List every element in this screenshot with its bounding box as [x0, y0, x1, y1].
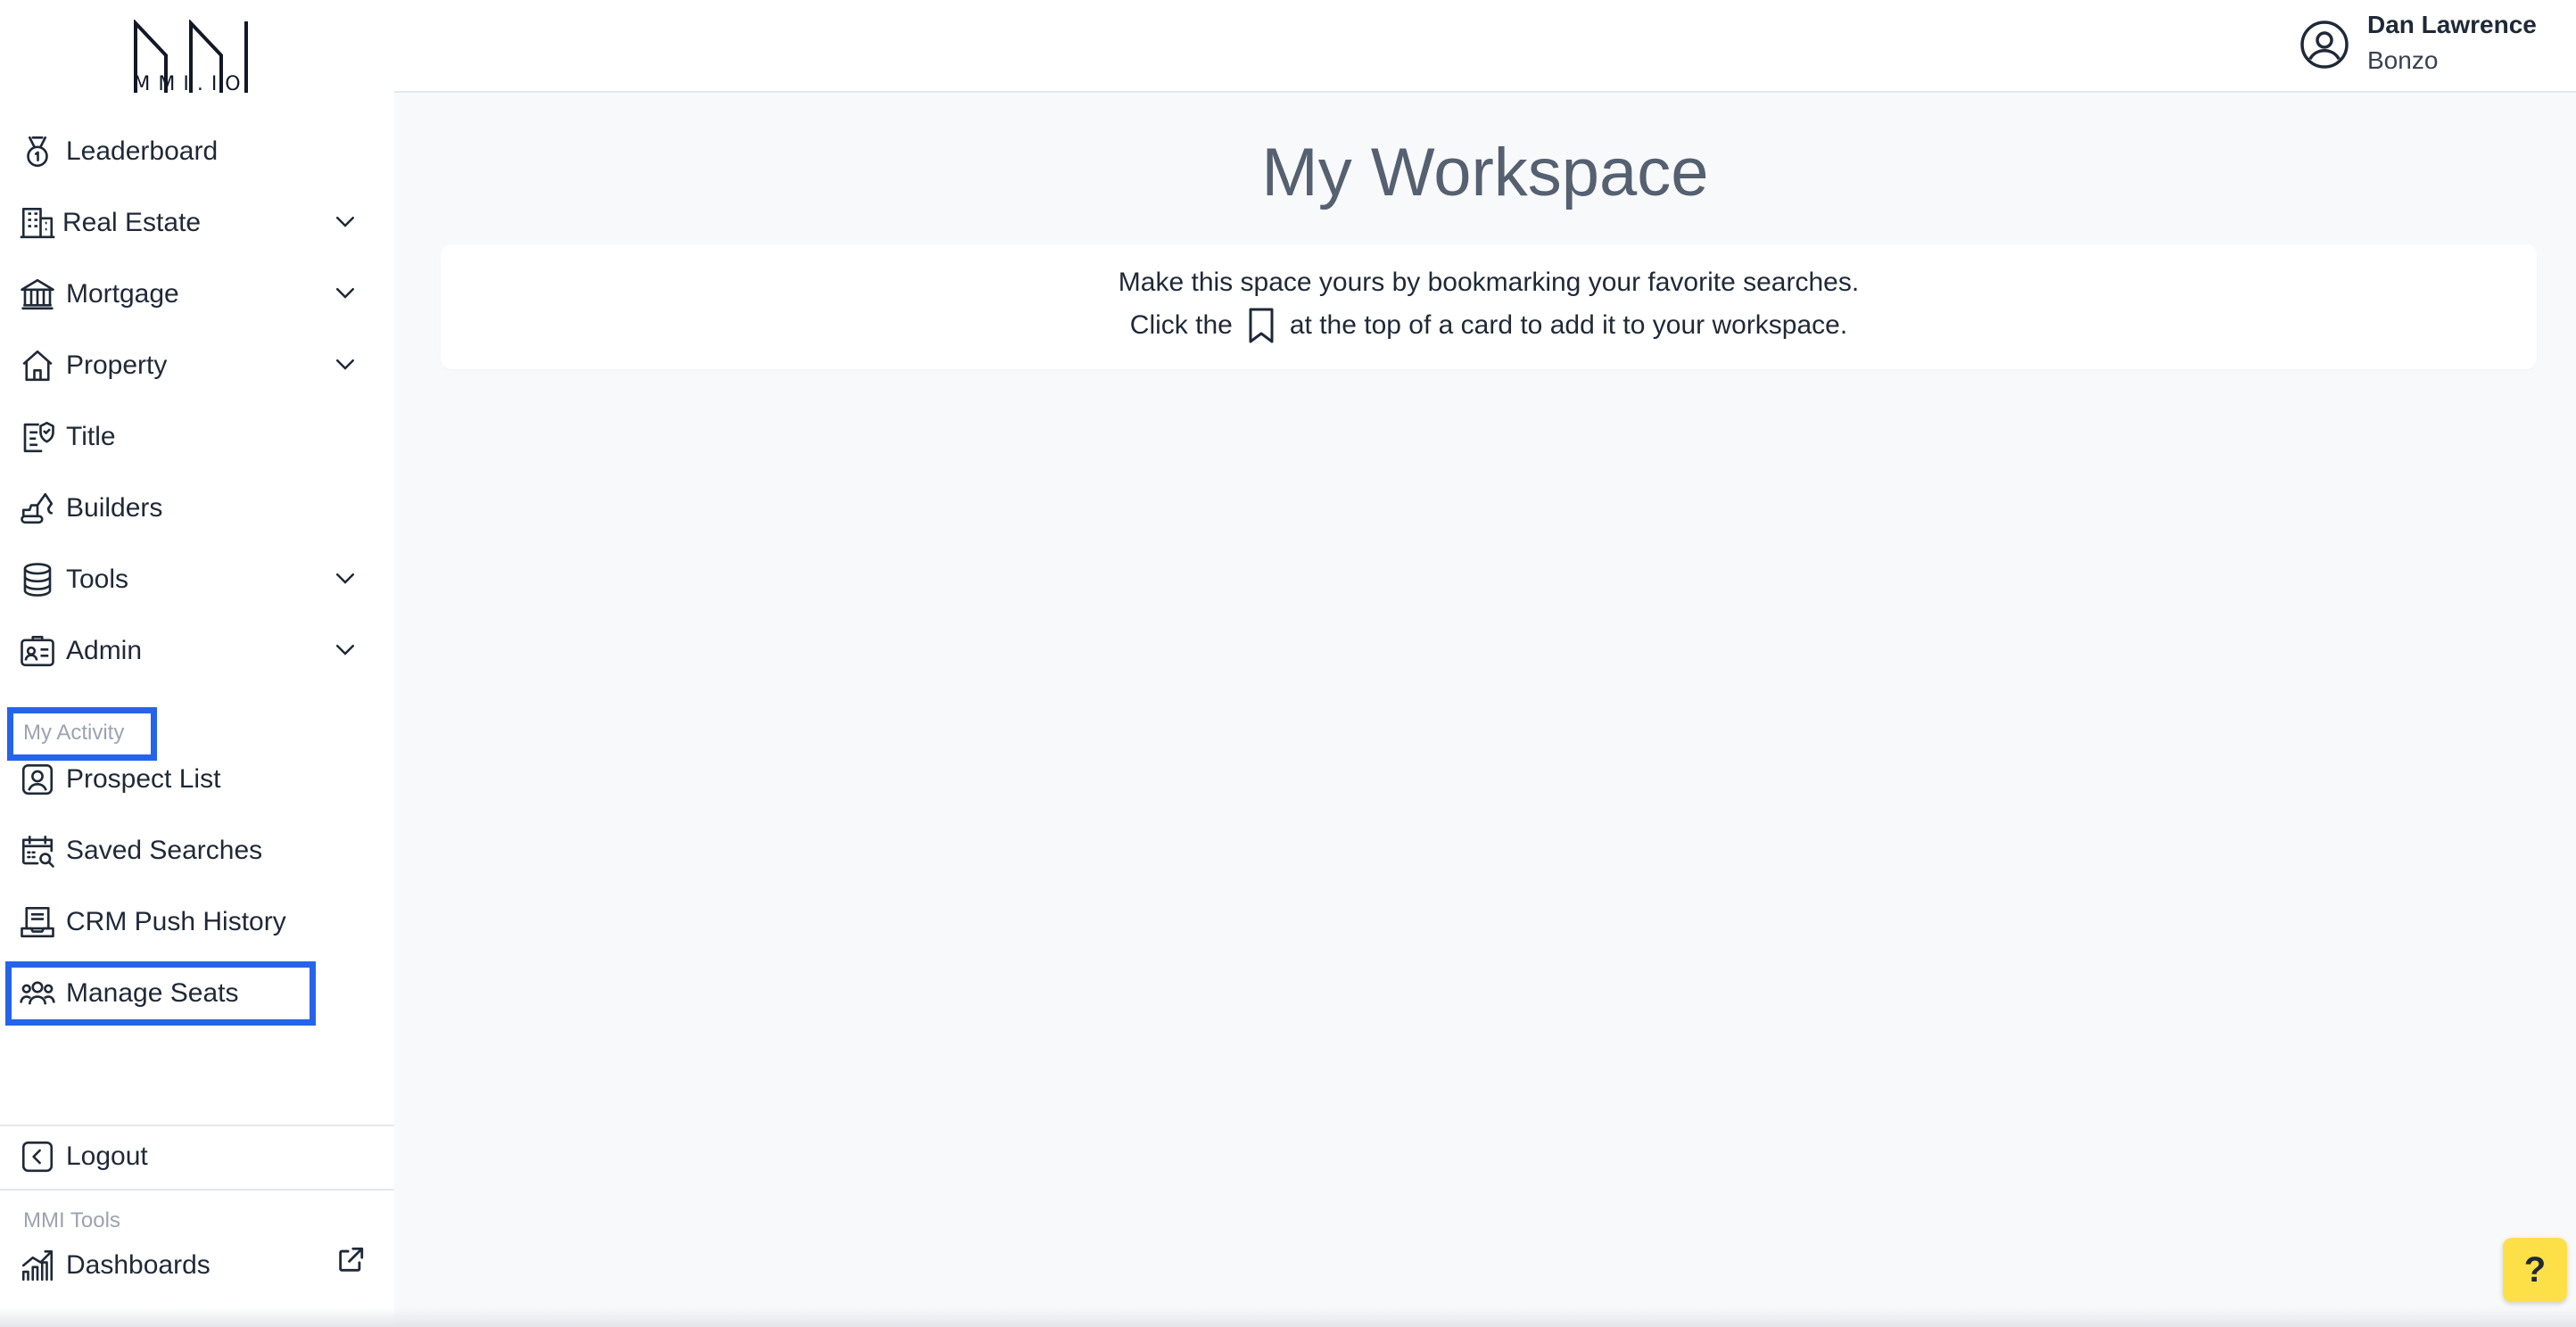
- help-button[interactable]: ?: [2503, 1238, 2567, 1302]
- sidebar-item-leaderboard[interactable]: Leaderboard: [0, 122, 394, 181]
- sidebar-item-mortgage[interactable]: Mortgage: [0, 265, 394, 324]
- chevron-down-icon[interactable]: [332, 565, 362, 595]
- sidebar-item-label: Saved Searches: [66, 836, 263, 865]
- bottom-edge-shadow: [0, 1307, 2576, 1327]
- home-icon: [18, 346, 57, 385]
- sidebar-item-label: Leaderboard: [66, 136, 219, 166]
- building-icon: [18, 203, 57, 243]
- sidebar-item-label: Property: [66, 350, 168, 380]
- id-card-icon: [18, 631, 57, 671]
- sidebar-item-label: Real Estate: [62, 208, 202, 237]
- user-avatar-icon[interactable]: [2298, 18, 2351, 71]
- my-activity-section-label: My Activity: [23, 721, 125, 745]
- sidebar-item-real-estate[interactable]: Real Estate: [0, 194, 394, 252]
- sidebar-item-label: Admin: [66, 636, 143, 665]
- sidebar-item-label: Dashboards: [66, 1250, 211, 1280]
- sidebar-item-label: Manage Seats: [66, 978, 239, 1008]
- logo-text: MMI.IO: [133, 73, 249, 95]
- sidebar-divider: [0, 1125, 394, 1126]
- logout-button[interactable]: Logout: [0, 1127, 394, 1186]
- title-document-icon: [18, 417, 57, 457]
- sidebar-item-label: Builders: [66, 493, 163, 523]
- empty-message-suffix: at the top of a card to add it to your w…: [1289, 310, 1848, 340]
- empty-message-line1: Make this space yours by bookmarking you…: [1118, 268, 1860, 297]
- mmi-tools-section-label: MMI Tools: [23, 1208, 120, 1232]
- database-icon: [18, 560, 57, 599]
- sidebar-item-label: Mortgage: [66, 279, 179, 309]
- chevron-down-icon[interactable]: [332, 208, 362, 238]
- sidebar-item-label: Title: [66, 422, 116, 451]
- external-link-icon[interactable]: [335, 1245, 366, 1275]
- workspace-empty-card: Make this space yours by bookmarking you…: [441, 244, 2537, 369]
- sidebar-item-label: Prospect List: [66, 764, 221, 794]
- sidebar-item-admin[interactable]: Admin: [0, 622, 394, 680]
- empty-message-line2: Click the at the top of a card to add it…: [441, 307, 2537, 344]
- sidebar-item-label: Tools: [66, 565, 129, 594]
- sidebar-item-tools[interactable]: Tools: [0, 550, 394, 609]
- logout-label: Logout: [66, 1142, 148, 1171]
- user-square-icon: [18, 760, 57, 799]
- users-icon: [18, 974, 57, 1013]
- user-name[interactable]: Dan Lawrence: [2367, 11, 2537, 39]
- calendar-search-icon: [18, 831, 57, 870]
- sidebar-item-prospect-list[interactable]: Prospect List: [0, 750, 394, 809]
- bank-icon: [18, 275, 57, 314]
- sidebar-item-builders[interactable]: Builders: [0, 479, 394, 538]
- empty-message-prefix: Click the: [1129, 310, 1233, 340]
- chevron-left-square-icon: [18, 1137, 57, 1176]
- sidebar-item-manage-seats[interactable]: Manage Seats: [0, 964, 394, 1023]
- chevron-down-icon[interactable]: [332, 636, 362, 666]
- sidebar: MMI.IO Leaderboard Real Estate Mortgage …: [0, 0, 394, 1327]
- page-title: My Workspace: [1261, 135, 1709, 210]
- chevron-down-icon[interactable]: [332, 350, 362, 381]
- sidebar-item-property[interactable]: Property: [0, 336, 394, 395]
- chevron-down-icon[interactable]: [332, 279, 362, 309]
- chart-icon: [18, 1246, 57, 1285]
- sidebar-item-saved-searches[interactable]: Saved Searches: [0, 821, 394, 880]
- sidebar-item-crm-push-history[interactable]: CRM Push History: [0, 893, 394, 952]
- user-organization: Bonzo: [2367, 46, 2439, 74]
- sidebar-item-title[interactable]: Title: [0, 408, 394, 466]
- medal-icon: [18, 132, 57, 171]
- sidebar-divider: [0, 1189, 394, 1191]
- bookmark-icon: [1249, 308, 1274, 343]
- inbox-icon: [18, 903, 57, 942]
- sidebar-item-label: CRM Push History: [66, 907, 286, 936]
- top-header: [394, 0, 2576, 93]
- excavator-icon: [18, 489, 57, 528]
